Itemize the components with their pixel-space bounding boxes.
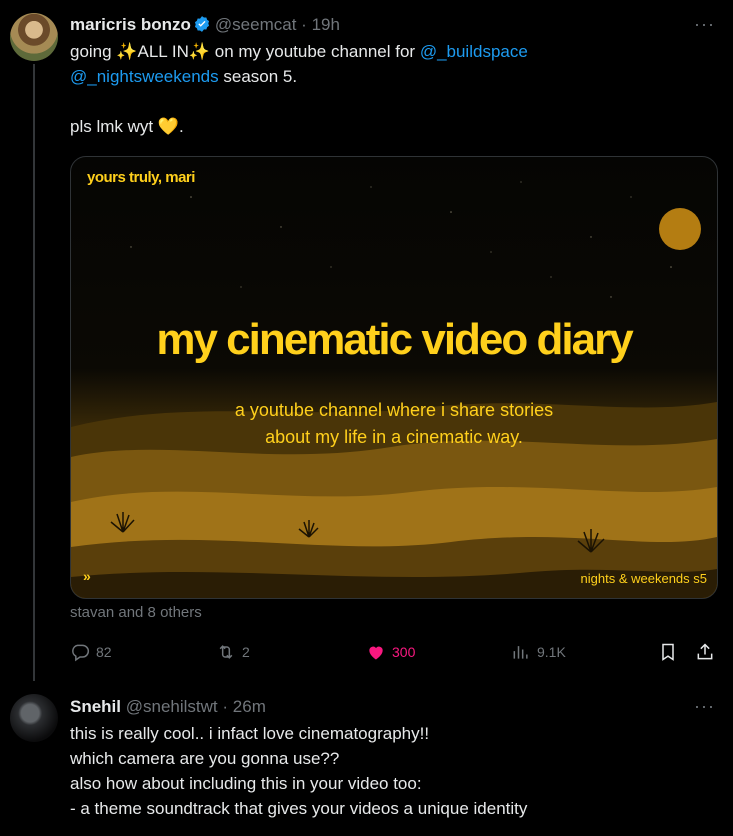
tweet-text: going [70, 42, 117, 61]
tweet-actions-bar: 82 2 300 9.1K [70, 640, 718, 666]
retweet-icon [219, 645, 233, 659]
like-count: 300 [392, 644, 416, 660]
all-in-text: ALL IN [137, 42, 189, 61]
liked-by-text[interactable]: stavan and 8 others [70, 604, 202, 621]
tweet-text: on my youtube channel for [210, 42, 420, 61]
tweet-text-line-1: going ✨ALL IN✨ on my youtube channel for… [70, 39, 528, 64]
reply-text-line: also how about including this in your vi… [70, 774, 422, 793]
analytics-icon [513, 646, 528, 659]
desert-scene-illustration [71, 181, 717, 598]
reply-author-handle[interactable]: @snehilstwt [126, 697, 218, 716]
thread-line [33, 64, 35, 684]
sparkle-emoji: ✨ [188, 42, 211, 61]
reply-more-options-icon[interactable]: ··· [694, 696, 715, 717]
tweet-text: pls lmk wyt [70, 117, 158, 136]
tweet-text-line-3: pls lmk wyt 💛. [70, 114, 184, 139]
reply-header: Snehil @snehilstwt · 26m [70, 696, 266, 718]
reply-timestamp[interactable]: 26m [233, 697, 266, 716]
reply-text-line: - a theme soundtrack that gives your vid… [70, 799, 528, 818]
reply-author-name[interactable]: Snehil [70, 697, 121, 716]
reply-icon [72, 644, 90, 662]
media-title: my cinematic video diary [156, 315, 633, 364]
media-corner-caption: yours truly, mari [87, 169, 195, 186]
bookmark-icon [662, 643, 674, 661]
mention-buildspace[interactable]: @_buildspace [420, 42, 528, 61]
tweet-text: season 5. [218, 67, 298, 86]
author-name[interactable]: maricris bonzo [70, 15, 191, 34]
separator: · [222, 697, 229, 716]
heart-filled-icon [369, 646, 383, 660]
yellow-heart-emoji: 💛 [157, 117, 180, 136]
reply-button[interactable]: 82 [70, 640, 112, 664]
reply-count: 82 [96, 644, 112, 660]
mention-nightsweekends[interactable]: @_nightsweekends [70, 67, 219, 86]
reply-author-avatar[interactable] [10, 694, 58, 742]
tweet-text-line-2: @_nightsweekends season 5. [70, 64, 297, 89]
main-tweet[interactable]: maricris bonzo @seemcat · 19h ··· going ✨… [0, 0, 733, 684]
reply-text-line: this is really cool.. i infact love cine… [70, 724, 430, 743]
author-avatar[interactable] [10, 13, 58, 61]
sparkle-emoji: ✨ [116, 42, 138, 61]
share-icon [697, 643, 713, 660]
views-button[interactable]: 9.1K [511, 640, 566, 664]
retweet-count: 2 [242, 644, 250, 660]
author-handle[interactable]: @seemcat [215, 15, 297, 34]
media-subtitle-line-2: about my life in a cinematic way. [265, 427, 523, 447]
bookmark-button[interactable] [658, 640, 678, 664]
timestamp[interactable]: 19h [312, 15, 340, 34]
tweet-media-image[interactable]: yours truly, mari my cinematic video dia… [70, 156, 718, 599]
reply-text-line: which camera are you gonna use?? [70, 749, 340, 768]
more-options-icon[interactable]: ··· [694, 14, 715, 35]
tweet-text: . [179, 117, 184, 136]
reply-tweet[interactable]: Snehil @snehilstwt · 26m ··· this is rea… [0, 681, 733, 836]
media-brand-label: nights & weekends s5 [580, 571, 707, 586]
buildspace-logo-icon: » [83, 568, 91, 584]
tweet-header: maricris bonzo @seemcat · 19h [70, 14, 340, 36]
separator: · [301, 15, 307, 34]
share-button[interactable] [695, 640, 715, 664]
retweet-button[interactable]: 2 [216, 640, 250, 664]
like-button[interactable]: 300 [366, 640, 415, 664]
verified-badge-icon [194, 16, 209, 32]
media-subtitle-line-1: a youtube channel where i share stories [234, 400, 554, 420]
view-count: 9.1K [537, 644, 566, 660]
